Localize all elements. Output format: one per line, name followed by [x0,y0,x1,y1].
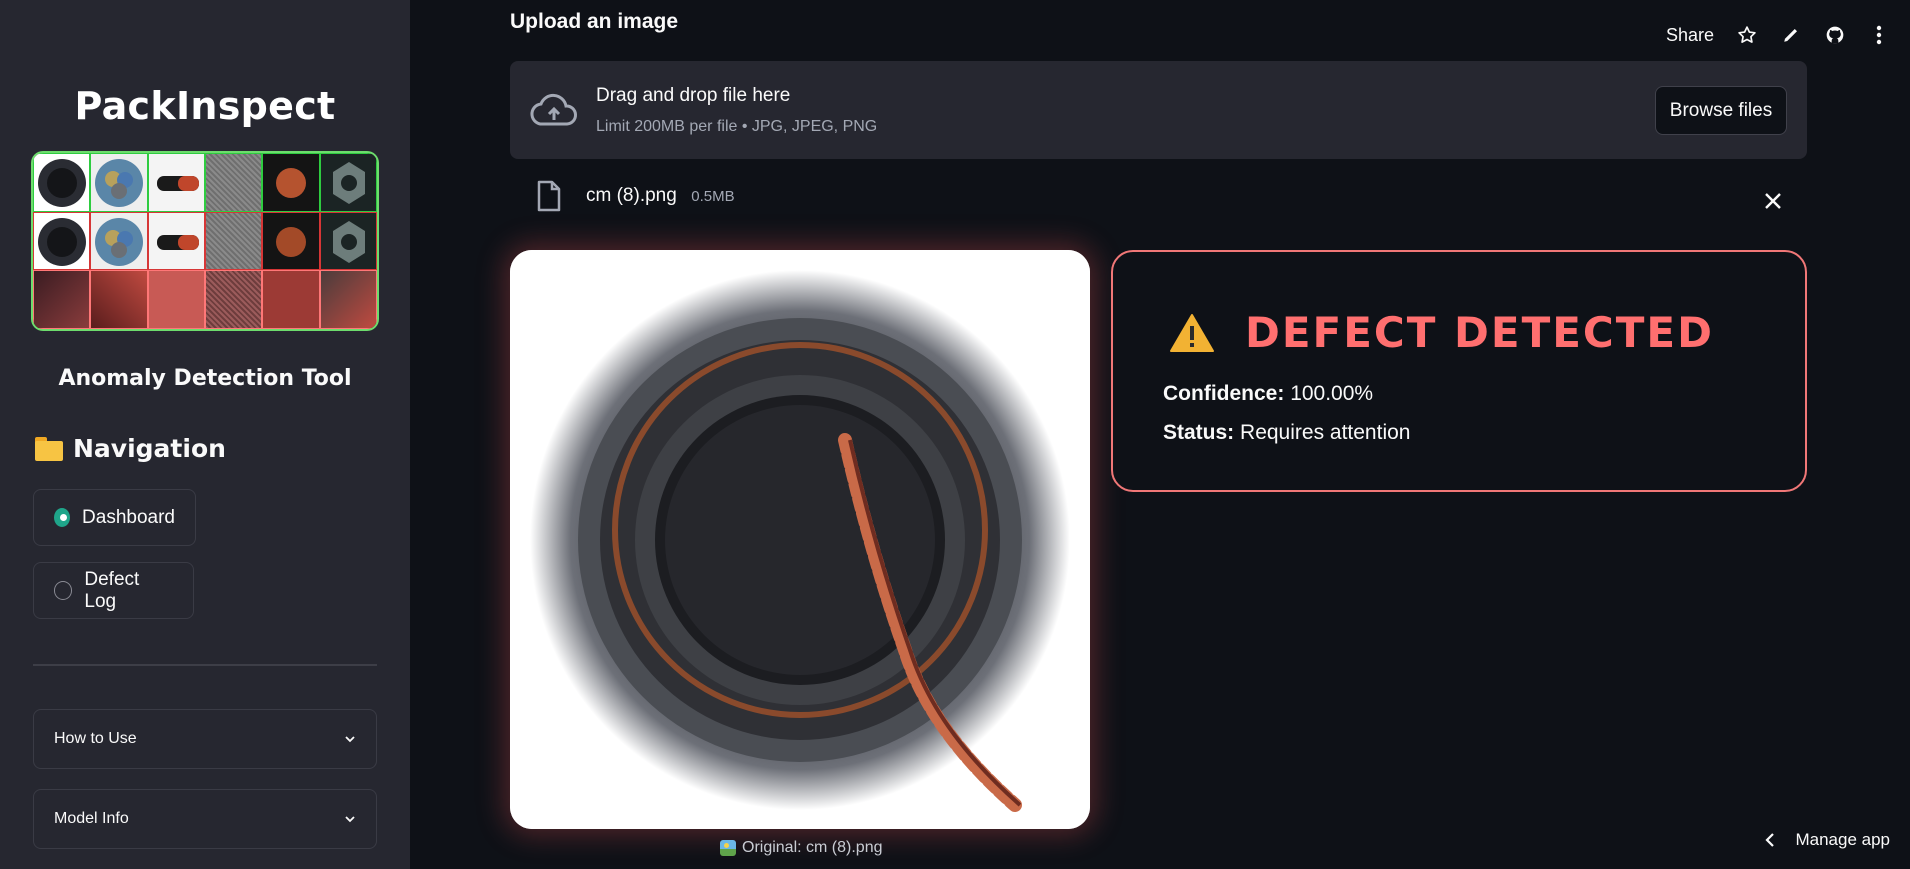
remove-file-close-icon[interactable] [1762,190,1784,212]
share-button[interactable]: Share [1666,25,1714,46]
result-card: DEFECT DETECTED Confidence: 100.00% Stat… [1111,250,1807,492]
manage-app-label: Manage app [1795,830,1890,849]
uploaded-image [510,250,1090,829]
manage-app-button[interactable]: Manage app [1765,830,1890,850]
result-title: DEFECT DETECTED [1245,308,1714,357]
radio-unselected-icon [54,581,73,600]
nav-radio-dashboard[interactable]: Dashboard [33,489,196,546]
chevron-down-icon [345,736,355,743]
more-vertical-icon[interactable] [1868,24,1890,46]
file-name: cm (8).png [586,185,677,206]
star-icon[interactable] [1736,24,1758,46]
confidence-value: 100.00% [1290,382,1374,405]
how-to-use-expander[interactable]: How to Use [33,709,377,769]
picture-icon [720,840,736,856]
image-caption-text: Original: cm (8).png [742,839,883,856]
file-icon [537,180,561,212]
dropzone-subtitle: Limit 200MB per file • JPG, JPEG, PNG [596,118,878,135]
nav-radio-defect-log[interactable]: Defect Log [33,562,194,619]
uploaded-file-row: cm (8).png 0.5MB [536,180,735,212]
folder-icon [35,436,63,461]
model-info-expander[interactable]: Model Info [33,789,377,849]
sidebar: PackInspect Anomaly Detection Tool Navig… [0,0,410,869]
nav-heading: Navigation [35,434,226,463]
nav-heading-label: Navigation [73,434,226,463]
sidebar-divider [33,664,377,666]
browse-files-button[interactable]: Browse files [1655,86,1787,135]
file-dropzone[interactable]: Drag and drop file here Limit 200MB per … [510,61,1807,159]
cloud-upload-icon [530,93,577,126]
status-label: Status: [1163,421,1235,444]
chevron-left-icon [1765,833,1775,847]
dropzone-title: Drag and drop file here [596,85,791,106]
radio-selected-icon [54,508,71,527]
status-value: Requires attention [1240,421,1411,444]
expander-label: How to Use [54,730,137,747]
top-toolbar: Share [1666,24,1890,46]
confidence-row: Confidence: 100.00% [1163,382,1373,406]
file-size: 0.5MB [691,188,735,205]
logo-image [33,153,377,329]
image-caption: Original: cm (8).png [720,839,883,857]
confidence-label: Confidence: [1163,382,1285,405]
edit-pencil-icon[interactable] [1780,24,1802,46]
nav-radio-label: Defect Log [84,568,140,612]
app-subtitle: Anomaly Detection Tool [58,366,352,391]
chevron-down-icon [345,816,355,823]
nav-radio-label: Dashboard [82,506,175,528]
status-row: Status: Requires attention [1163,421,1410,445]
app-title: PackInspect [74,84,336,128]
expander-label: Model Info [54,810,129,827]
upload-label: Upload an image [510,10,679,33]
github-icon[interactable] [1824,24,1846,46]
warning-icon [1170,313,1214,352]
